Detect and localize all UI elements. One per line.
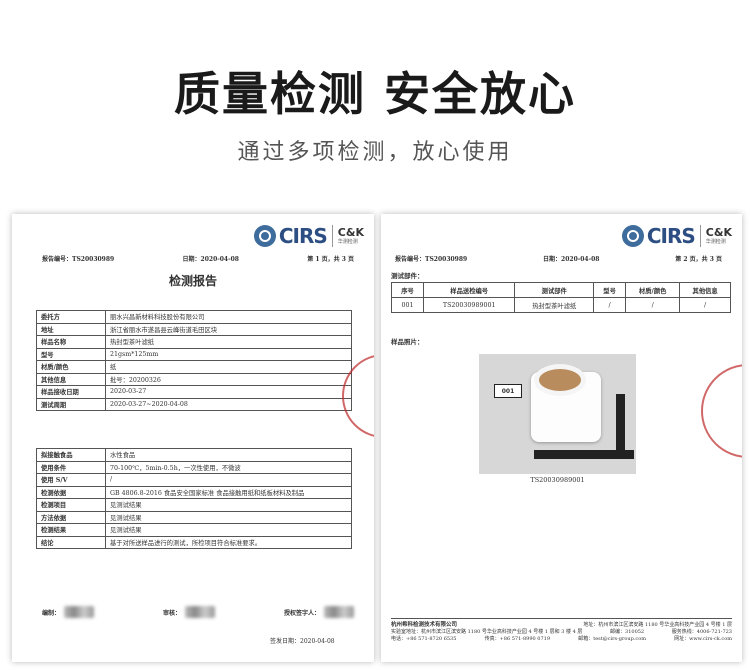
- table-row: 其他信息 批号：20200326: [36, 372, 352, 386]
- cirs-logo: CIRS C&K 华测检测: [253, 224, 364, 248]
- section-parts-label: 测试部件：: [391, 272, 424, 280]
- page-number: 第 2 页，共 3 页: [675, 256, 722, 263]
- page-number: 第 1 页，共 3 页: [307, 256, 354, 263]
- report-date: 日期：2020-04-08: [182, 256, 239, 263]
- table-row: 001 TS20030989001 热封型茶叶滤纸 / / /: [390, 297, 731, 313]
- table-row: 检测项目 见测试结果: [36, 498, 352, 512]
- table-row: 地址 浙江省丽水市遂昌县云峰街道毛田区块: [36, 322, 352, 336]
- table-row: 型号 21gsm*125mm: [36, 347, 352, 361]
- sign-date: 签发日期：2020-04-08: [270, 638, 335, 645]
- table-row: 检测结果 见测试结果: [36, 523, 352, 537]
- table-row: 材质/颜色纸: [36, 360, 352, 374]
- signature-image: [323, 606, 354, 618]
- report-page-2: CIRS C&K 华测检测 报告编号：TS20030989 日期：2020-04…: [381, 214, 742, 662]
- table-row: 样品接收日期 2020-03-27: [36, 385, 352, 399]
- table-row: 结论 基于对所送样品进行的测试，所检项目符合标准要求。: [36, 535, 352, 549]
- sample-info-table: 委托方 丽水兴昌新材料科技股份有限公司 地址 浙江省丽水市遂昌县云峰街道毛田区块 样…: [36, 310, 352, 411]
- report-number: 报告编号：TS20030989: [395, 256, 468, 263]
- cirs-logo: CIRS C&K 华测检测: [621, 224, 732, 248]
- signature-image: [64, 606, 95, 618]
- table-row: 样品名称 热封型茶叶滤纸: [36, 335, 352, 349]
- globe-icon: [253, 225, 276, 247]
- signature-image: [185, 606, 215, 618]
- report-number: 报告编号：TS20030989: [42, 256, 115, 263]
- globe-icon: [621, 225, 644, 247]
- report-footer: 杭州希科检测技术有限公司 地址：杭州市滨江区滨安路 1180 号华业高科技产业园…: [391, 618, 732, 643]
- seal-stamp: [701, 364, 742, 458]
- table-row: 使用条件 70-100℃，5min-0.5h，一次性使用，不微波: [36, 460, 352, 474]
- page-headline: 质量检测 安全放心: [173, 67, 576, 121]
- report-page-1: CIRS C&K 华测检测 报告编号：TS20030989 日期：2020-04…: [12, 214, 374, 662]
- report-meta: 报告编号：TS20030989 日期：2020-04-08 第 2 页，共 3 …: [395, 254, 722, 263]
- sample-tag: 001: [494, 384, 522, 398]
- table-row: 测试周期 2020-03-27~2020-04-08: [36, 397, 352, 411]
- table-header: 序号 样品送检编号 测试部件 型号 材质/颜色 其他信息: [390, 282, 731, 298]
- signature-row: 编制： 审核： 授权签字人：: [42, 606, 354, 618]
- parts-table: 序号 样品送检编号 测试部件 型号 材质/颜色 其他信息 001 TS20030…: [390, 282, 731, 313]
- photo-caption: TS20030989001: [530, 476, 585, 484]
- table-row: 方法依据 见测试结果: [36, 510, 352, 524]
- report-title: 检测报告: [168, 274, 217, 288]
- table-row: 检测依据 GB 4806.8-2016 食品安全国家标准 食品接触用纸和纸板材料及…: [36, 485, 352, 499]
- table-row: 委托方 丽水兴昌新材料科技股份有限公司: [36, 310, 352, 324]
- report-date: 日期：2020-04-08: [543, 256, 600, 263]
- table-row: 使用 S/V /: [36, 473, 352, 487]
- section-photo-label: 样品照片：: [391, 338, 424, 346]
- report-meta: 报告编号：TS20030989 日期：2020-04-08 第 1 页，共 3 …: [42, 254, 354, 263]
- table-row: 拟接触食品 水性食品: [36, 448, 352, 462]
- test-info-table: 拟接触食品 水性食品 使用条件 70-100℃，5min-0.5h，一次性使用，不微…: [36, 448, 352, 549]
- sample-photo: 001: [479, 354, 636, 474]
- page-subheadline: 通过多项检测，放心使用: [237, 140, 513, 165]
